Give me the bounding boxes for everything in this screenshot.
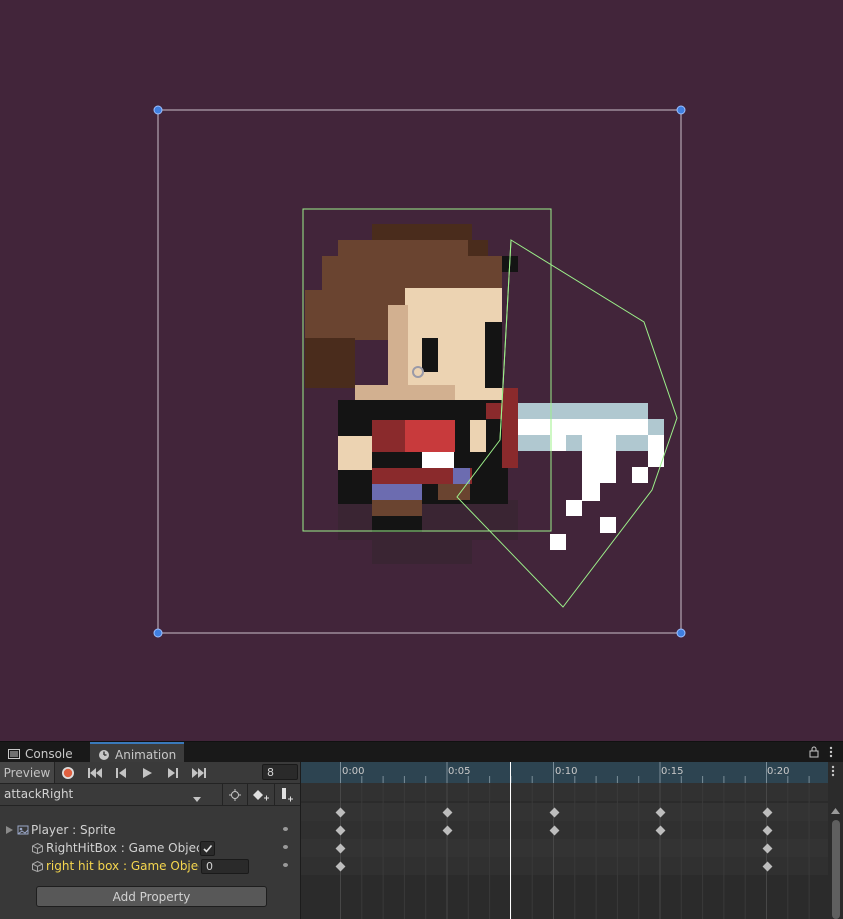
ruler-label: 0:00 [342,766,365,777]
last-key-icon [192,767,206,778]
ruler-label: 0:10 [555,766,578,777]
gameobject-icon [32,842,43,854]
kebab-menu-icon[interactable] [829,745,833,762]
add-event-button[interactable] [276,784,298,805]
sprite-renderer-icon [17,825,29,835]
property-row-righthitbox-active[interactable]: RightHitBox : Game Object.I [0,839,300,857]
kebab-menu-icon[interactable] [831,764,835,781]
lock-icon[interactable] [809,746,819,761]
next-key-icon [168,767,178,778]
property-options-icon[interactable] [283,863,288,867]
property-label-highlighted: right hit box : Game Object.I [46,859,199,873]
dropdown-arrow-icon[interactable] [193,791,201,805]
play-icon [142,767,152,778]
dopesheet-timeline[interactable]: 0:00 0:05 0:10 0:15 0:20 [301,762,828,919]
prev-key-icon [116,767,126,778]
gizmo-handle-top-left[interactable] [153,105,163,115]
snap-button[interactable] [224,784,246,805]
add-event-icon [282,787,293,801]
play-button[interactable] [134,762,160,783]
property-label: RightHitBox : Game Object.I [46,841,199,855]
property-label: Player : Sprite [31,823,116,837]
preview-button[interactable]: Preview [0,762,54,783]
clip-dropdown[interactable]: attackRight [4,787,73,801]
clip-name: attackRight [4,787,74,801]
scrollbar-thumb[interactable] [832,820,840,919]
gizmo-handle-bottom-left[interactable] [153,628,163,638]
playback-toolbar: Preview [0,762,300,784]
time-ruler[interactable]: 0:00 0:05 0:10 0:15 0:20 [301,762,828,783]
record-icon [62,766,74,779]
scroll-up-icon[interactable] [831,808,840,814]
active-checkbox[interactable] [200,840,215,856]
prev-key-button[interactable] [108,762,134,783]
playhead[interactable] [510,762,511,919]
first-key-button[interactable] [82,762,108,783]
vertical-scrollbar[interactable] [828,762,843,919]
tab-bar: Console Animation [0,741,843,765]
record-button[interactable] [56,762,80,783]
console-icon [8,748,20,759]
player-sprite[interactable] [305,224,664,564]
ruler-label: 0:15 [661,766,684,777]
gameobject-icon [32,860,43,872]
add-property-button[interactable]: Add Property [36,886,267,907]
tab-console[interactable]: Console [0,744,81,763]
last-key-button[interactable] [186,762,212,783]
property-options-icon[interactable] [283,827,288,831]
scene-view[interactable] [0,0,843,741]
add-property-label: Add Property [112,889,191,904]
clock-icon [99,749,109,760]
frame-field[interactable] [262,764,298,780]
ruler-label: 0:05 [448,766,471,777]
tab-animation-label: Animation [115,747,177,762]
first-key-icon [88,767,102,778]
add-keyframe-icon [253,789,269,800]
gizmo-handle-top-right[interactable] [676,105,686,115]
preview-label: Preview [3,765,51,780]
clip-toolbar: attackRight [0,784,300,806]
add-keyframe-button[interactable] [249,784,273,805]
gizmo-handle-bottom-right[interactable] [676,628,686,638]
crosshair-icon [229,788,241,801]
animation-panel: Console Animation Preview 8 attackRight … [0,741,843,919]
property-value-field[interactable] [201,858,249,874]
property-row-player-sprite[interactable]: Player : Sprite [0,821,300,839]
property-list: Player : Sprite RightHitBox : Game Objec… [0,806,300,919]
ruler-label: 0:20 [767,766,790,777]
scene-canvas [153,105,686,638]
timeline-grid [340,783,810,919]
property-options-icon[interactable] [283,845,288,849]
expand-arrow-icon[interactable] [6,826,14,834]
checkmark-icon [203,844,213,853]
next-key-button[interactable] [160,762,186,783]
property-row-right-hit-box[interactable]: right hit box : Game Object.I [0,857,300,875]
tab-console-label: Console [25,746,73,761]
